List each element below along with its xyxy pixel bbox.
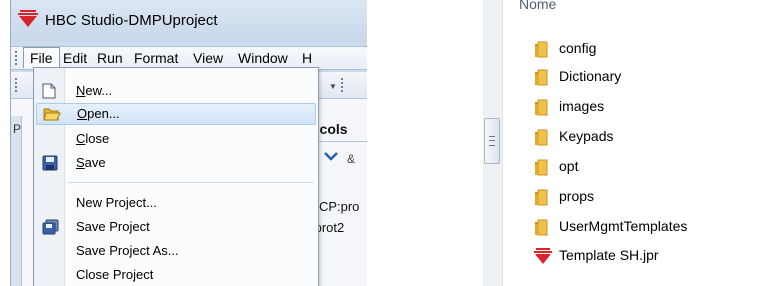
scrollbar-grip-icon xyxy=(489,136,495,146)
file-name: images xyxy=(559,98,605,114)
menu-separator xyxy=(68,182,314,183)
menu-format[interactable]: Format xyxy=(134,50,178,66)
file-name: Template SH.jpr xyxy=(559,247,659,263)
menu-item-new-project[interactable]: New Project... xyxy=(34,192,318,214)
toolbar-overflow-icon[interactable]: ▼ xyxy=(329,82,337,91)
side-panel-tab-label[interactable]: P xyxy=(13,122,21,136)
column-header-name[interactable]: Nome xyxy=(519,0,556,12)
list-item-folder[interactable]: Dictionary xyxy=(523,66,723,88)
list-item-folder[interactable]: Keypads xyxy=(523,126,723,148)
list-item-folder[interactable]: props xyxy=(523,186,723,208)
menu-file[interactable]: File xyxy=(23,47,60,68)
menu-window[interactable]: Window xyxy=(238,50,288,66)
title-bar[interactable]: HBC Studio-DMPUproject xyxy=(11,0,367,42)
menu-item-save-project-as[interactable]: Save Project As... xyxy=(34,240,318,262)
folder-icon xyxy=(535,219,548,236)
app-window: HBC Studio-DMPUproject File Edit Run For… xyxy=(10,0,367,286)
menu-item-save-label: Save xyxy=(76,155,106,170)
save-project-icon xyxy=(42,219,59,235)
menu-item-new-project-label: New Project... xyxy=(76,195,157,210)
folder-icon xyxy=(535,99,548,116)
list-item-folder[interactable]: config xyxy=(523,38,723,60)
window-title: HBC Studio-DMPUproject xyxy=(45,12,218,29)
side-panel-edge xyxy=(11,116,22,286)
menu-item-save-project-as-label: Save Project As... xyxy=(76,243,179,258)
menu-run[interactable]: Run xyxy=(97,50,123,66)
file-name: props xyxy=(559,188,595,204)
menu-item-new-label: New... xyxy=(76,83,113,98)
list-item-folder[interactable]: images xyxy=(523,96,723,118)
menu-item-new[interactable]: New... xyxy=(34,80,318,102)
file-name: Dictionary xyxy=(559,68,622,84)
new-file-icon xyxy=(42,83,56,99)
project-file-icon xyxy=(534,248,552,264)
menu-item-open[interactable]: Open... xyxy=(36,103,316,125)
file-explorer: Nome config Dictionary images Keypads op… xyxy=(483,0,768,286)
menu-item-close[interactable]: Close xyxy=(34,128,318,150)
toolbar-grip-handle-2[interactable] xyxy=(341,78,346,92)
link-icon[interactable]: & xyxy=(347,152,355,166)
list-item-project-file[interactable]: Template SH.jpr xyxy=(523,245,723,267)
save-disk-icon xyxy=(42,155,58,171)
menu-edit[interactable]: Edit xyxy=(63,50,87,66)
menubar-grip-handle[interactable] xyxy=(15,51,20,65)
scrollbar-track[interactable] xyxy=(483,0,503,286)
list-item-folder[interactable]: opt xyxy=(523,156,723,178)
menu-item-save-project[interactable]: Save Project xyxy=(34,216,318,238)
menu-help[interactable]: H xyxy=(302,50,312,66)
menu-item-close-project[interactable]: Close Project xyxy=(34,264,318,286)
open-folder-icon xyxy=(43,108,61,121)
menu-item-close-project-label: Close Project xyxy=(76,267,154,282)
toolbar-grip-handle[interactable] xyxy=(15,78,20,92)
menu-item-open-label: Open... xyxy=(77,106,120,121)
file-menu-dropdown: New... Open... Close Save New Project... xyxy=(33,67,319,286)
menu-view[interactable]: View xyxy=(193,50,223,66)
folder-icon xyxy=(535,41,548,58)
menu-item-save[interactable]: Save xyxy=(34,152,318,174)
scrollbar-thumb[interactable] xyxy=(484,118,500,164)
menu-item-save-project-label: Save Project xyxy=(76,219,150,234)
folder-icon xyxy=(535,69,548,86)
app-logo-icon xyxy=(18,10,38,27)
file-name: opt xyxy=(559,158,579,174)
folder-icon xyxy=(535,159,548,176)
file-name: config xyxy=(559,40,597,56)
file-name: UserMgmtTemplates xyxy=(559,218,688,234)
menu-item-close-label: Close xyxy=(76,131,110,146)
folder-icon xyxy=(535,129,548,146)
chevron-down-icon[interactable] xyxy=(324,150,338,162)
menu-file-label: File xyxy=(30,50,53,66)
list-item-folder[interactable]: UserMgmtTemplates xyxy=(523,216,723,238)
file-name: Keypads xyxy=(559,128,614,144)
folder-icon xyxy=(535,189,548,206)
